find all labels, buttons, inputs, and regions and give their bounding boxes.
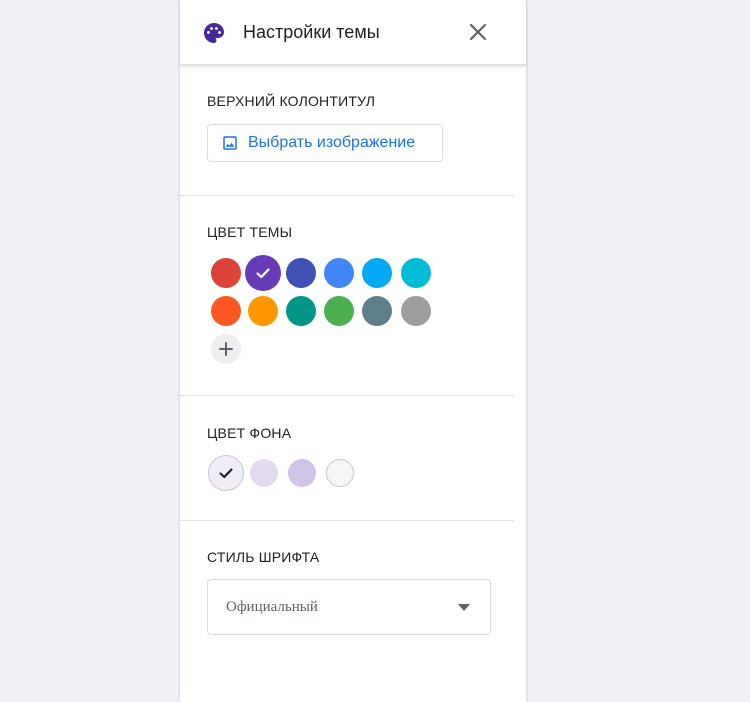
panel-header: Настройки темы <box>180 0 526 65</box>
image-icon <box>223 136 237 150</box>
theme-color-label: ЦВЕТ ТЕМЫ <box>207 224 293 240</box>
page-title: Настройки темы <box>243 22 380 42</box>
theme-color-swatch[interactable] <box>248 296 278 326</box>
palette-icon <box>204 23 224 43</box>
font-style-value: Официальный <box>226 599 318 615</box>
section-divider <box>180 520 514 521</box>
add-color-button[interactable] <box>211 334 241 364</box>
theme-color-swatch[interactable] <box>286 258 316 288</box>
theme-color-swatch[interactable] <box>324 258 354 288</box>
theme-color-swatch[interactable] <box>401 296 431 326</box>
theme-color-swatch[interactable] <box>324 296 354 326</box>
section-divider <box>180 395 514 396</box>
theme-color-swatch[interactable] <box>211 258 241 288</box>
font-style-select[interactable]: Официальный <box>207 579 491 635</box>
theme-color-swatch[interactable] <box>211 296 241 326</box>
font-style-label: СТИЛЬ ШРИФТА <box>207 549 320 565</box>
background-color-swatch[interactable] <box>326 459 354 487</box>
theme-color-swatch[interactable] <box>362 296 392 326</box>
check-icon <box>256 268 270 279</box>
check-icon <box>219 468 233 479</box>
theme-color-swatch[interactable] <box>286 296 316 326</box>
section-divider <box>180 195 514 196</box>
plus-icon <box>219 342 233 356</box>
theme-color-swatch[interactable] <box>362 258 392 288</box>
choose-image-button[interactable]: Выбрать изображение <box>207 124 443 162</box>
choose-image-label: Выбрать изображение <box>248 134 416 151</box>
background-color-swatch[interactable] <box>208 455 244 491</box>
background-color-swatch[interactable] <box>250 459 278 487</box>
theme-color-swatch[interactable] <box>245 255 281 291</box>
background-color-label: ЦВЕТ ФОНА <box>207 425 292 441</box>
header-image-label: ВЕРХНИЙ КОЛОНТИТУЛ <box>207 93 376 109</box>
theme-settings-panel: Настройки темы ВЕРХНИЙ КОЛОНТИТУЛ Выбрат… <box>180 0 526 702</box>
dropdown-arrow-icon <box>458 604 470 611</box>
background-color-swatch[interactable] <box>288 459 316 487</box>
close-icon[interactable] <box>464 18 492 46</box>
theme-color-swatch[interactable] <box>401 258 431 288</box>
